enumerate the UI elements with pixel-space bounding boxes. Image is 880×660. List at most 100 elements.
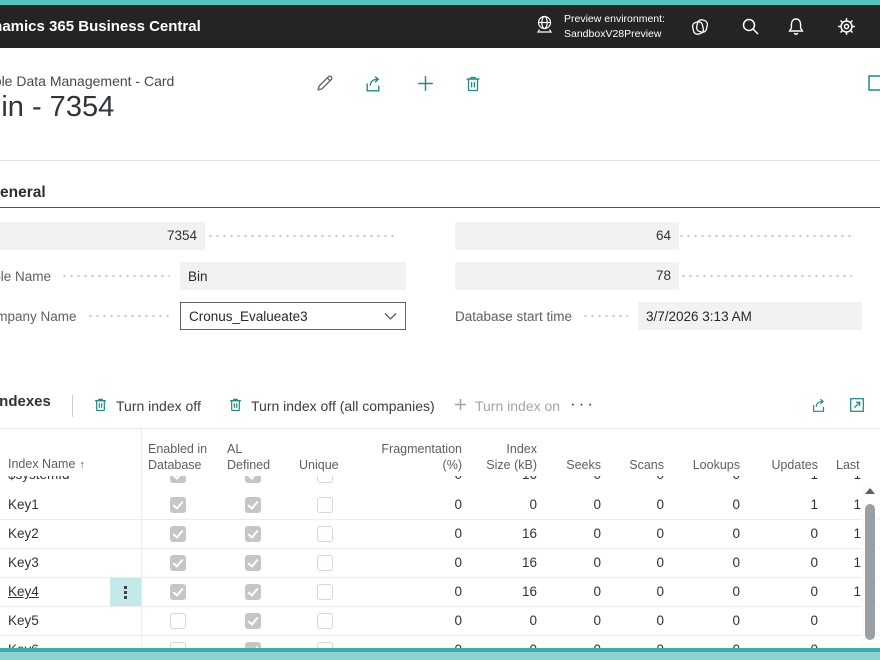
new-plus-icon[interactable] <box>413 71 437 95</box>
fragmentation-cell: 0 <box>380 476 462 489</box>
index-name-cell[interactable]: Key5 <box>8 607 39 635</box>
seeks-cell: 0 <box>540 520 601 548</box>
column-header-enabled-in-database[interactable]: Enabled in Database <box>148 441 207 473</box>
al-defined-checkbox <box>245 526 261 542</box>
title-divider <box>0 160 880 161</box>
column-header-index-name[interactable]: Index Name↑ <box>8 456 85 473</box>
indexes-part-heading[interactable]: Indexes <box>0 393 51 410</box>
column-header-seeks[interactable]: Seeks <box>566 457 601 473</box>
scans-cell: 0 <box>604 578 664 606</box>
partially-scrolled-row: $systemId 0 16 0 0 0 1 1 <box>0 476 880 489</box>
column-header-al-defined[interactable]: AL Defined <box>227 441 270 473</box>
last-used-cell: 1 <box>820 520 861 548</box>
table-no-field: 7354 <box>0 222 205 250</box>
table-row[interactable]: Key2 0 16 0 0 0 0 1 <box>0 520 880 549</box>
vertical-scrollbar[interactable] <box>862 486 878 648</box>
fragmentation-cell: 0 <box>380 607 462 635</box>
seeks-cell: 0 <box>540 607 601 635</box>
al-defined-checkbox <box>245 497 261 513</box>
table-row-count-field: 78 <box>455 262 679 290</box>
company-name-value: Cronus_Evalueate3 <box>189 309 308 324</box>
plus-icon <box>453 397 468 415</box>
al-defined-checkbox <box>245 555 261 571</box>
index-name-cell[interactable]: Key2 <box>8 520 39 548</box>
scroll-up-arrow-icon[interactable] <box>865 488 875 494</box>
table-row[interactable]: Key3 0 16 0 0 0 0 1 <box>0 549 880 578</box>
table-row[interactable]: Key4 0 16 0 0 0 0 1 <box>0 578 880 607</box>
table-row[interactable]: Key5 0 0 0 0 0 0 <box>0 607 880 636</box>
field-label: Database start time <box>455 309 572 324</box>
general-section-underline <box>0 207 880 208</box>
lookups-cell: 0 <box>670 520 740 548</box>
scans-cell: 0 <box>604 476 664 489</box>
index-size-cell: 0 <box>465 491 537 519</box>
app-title[interactable]: Dynamics 365 Business Central <box>0 5 201 48</box>
table-row[interactable]: Key1 0 0 0 0 0 1 1 <box>0 491 880 520</box>
enabled-in-database-checkbox <box>170 476 186 483</box>
search-icon[interactable] <box>732 5 768 48</box>
fragmentation-cell: 0 <box>380 491 462 519</box>
field-table-name: Table Name Bin <box>0 262 406 290</box>
turn-index-on-label: Turn index on <box>475 398 560 414</box>
index-name-cell[interactable]: Key4 <box>8 578 39 606</box>
column-header-unique[interactable]: Unique <box>299 457 339 473</box>
chevron-down-icon[interactable] <box>384 309 397 324</box>
index-table-header: Index Name↑ Enabled in Database AL Defin… <box>0 428 880 476</box>
delete-trash-icon[interactable] <box>461 71 485 95</box>
combined-index-size-field: 64 <box>455 222 679 250</box>
field-combined-index-size: Combined Index Size (kB) 64 <box>455 222 862 250</box>
last-used-cell: 1 <box>820 578 861 606</box>
edit-pencil-icon[interactable] <box>312 71 336 95</box>
fragmentation-cell: 0 <box>380 520 462 548</box>
index-size-cell: 0 <box>465 607 537 635</box>
expand-part-icon[interactable] <box>844 392 870 418</box>
company-name-combobox[interactable]: Cronus_Evalueate3 <box>180 302 406 330</box>
row-actions-menu-icon[interactable] <box>110 578 141 606</box>
column-header-scans[interactable]: Scans <box>629 457 664 473</box>
enabled-in-database-checkbox <box>170 526 186 542</box>
turn-index-on-button[interactable]: Turn index on <box>453 392 560 420</box>
environment-info[interactable]: Preview environment: SandboxV28Preview <box>534 5 665 48</box>
unique-checkbox <box>317 476 333 483</box>
page-title: Bin - 7354 <box>0 91 114 124</box>
scrollbar-thumb[interactable] <box>865 504 875 640</box>
fragmentation-cell: 0 <box>380 549 462 577</box>
settings-gear-icon[interactable] <box>828 5 864 48</box>
index-name-cell[interactable]: Key1 <box>8 491 39 519</box>
database-start-time-field: 3/7/2026 3:13 AM <box>638 302 862 330</box>
turn-index-off-all-button[interactable]: Turn index off (all companies) <box>227 392 435 420</box>
field-database-start-time: Database start time 3/7/2026 3:13 AM <box>455 302 862 330</box>
breadcrumb[interactable]: Table Data Management - Card <box>0 73 174 89</box>
focus-mode-icon[interactable] <box>866 71 880 95</box>
last-used-cell: 1 <box>820 491 861 519</box>
column-header-updates[interactable]: Updates <box>771 457 818 473</box>
index-name-cell[interactable]: $systemId <box>8 476 70 489</box>
enabled-in-database-checkbox <box>170 613 186 629</box>
enabled-in-database-checkbox <box>170 497 186 513</box>
field-company-name: Company Name Cronus_Evalueate3 <box>0 302 406 330</box>
column-header-last[interactable]: Last <box>836 457 860 473</box>
scans-cell: 0 <box>604 549 664 577</box>
seeks-cell: 0 <box>540 549 601 577</box>
table-row[interactable]: $systemId 0 16 0 0 0 1 1 <box>0 476 880 489</box>
field-label: Table Name <box>0 269 51 284</box>
trash-icon <box>92 396 109 416</box>
part-share-icon[interactable] <box>806 392 832 418</box>
app-header: Dynamics 365 Business Central Preview en… <box>0 5 880 48</box>
column-header-index-size[interactable]: Index Size (kB) <box>486 441 537 473</box>
notifications-bell-icon[interactable] <box>778 5 814 48</box>
share-icon[interactable] <box>361 71 385 95</box>
unique-checkbox <box>317 584 333 600</box>
general-fields-left: Table No. 7354 Table Name Bin Company Na… <box>0 222 406 342</box>
copilot-icon[interactable] <box>682 5 718 48</box>
updates-cell: 0 <box>748 549 818 577</box>
more-options-button[interactable]: ··· <box>564 390 602 418</box>
business-central-window: Dynamics 365 Business Central Preview en… <box>0 0 880 660</box>
column-header-lookups[interactable]: Lookups <box>693 457 740 473</box>
turn-index-off-label: Turn index off <box>116 398 201 414</box>
turn-index-off-button[interactable]: Turn index off <box>92 392 201 420</box>
general-section-heading[interactable]: General <box>0 184 46 202</box>
turn-index-off-all-label: Turn index off (all companies) <box>251 398 435 414</box>
column-header-fragmentation[interactable]: Fragmentation (%) <box>381 441 462 473</box>
index-name-cell[interactable]: Key3 <box>8 549 39 577</box>
